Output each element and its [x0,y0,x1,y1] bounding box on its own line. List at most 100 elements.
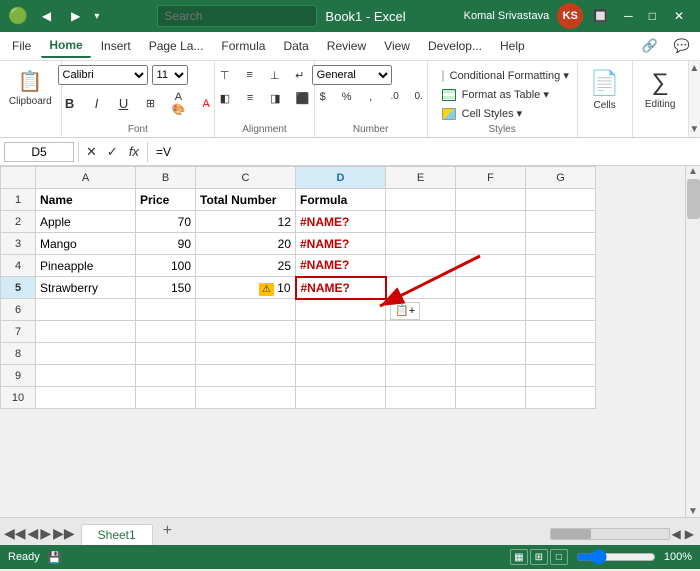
comment-btn[interactable]: 💬 [668,36,696,56]
cell-c9[interactable] [196,365,296,387]
cell-reference-input[interactable]: D5 [4,142,74,162]
col-header-e[interactable]: E [386,167,456,189]
cell-c7[interactable] [196,321,296,343]
cell-b5[interactable]: 150 [136,277,196,299]
sheet-nav-last[interactable]: ▶▶ [53,525,75,542]
cell-styles-btn[interactable]: Cell Styles ▾ [436,105,569,122]
cell-d9[interactable] [296,365,386,387]
menu-developer[interactable]: Develop... [420,35,490,57]
confirm-formula-btn[interactable]: ✓ [104,143,121,161]
cell-d2[interactable]: #NAME? [296,211,386,233]
add-sheet-btn[interactable]: + [155,520,180,542]
wrap-text-btn[interactable]: ↵ [289,65,311,86]
normal-view-btn[interactable]: ▦ [510,549,528,565]
menu-view[interactable]: View [376,35,418,57]
align-right-btn[interactable]: ◨ [264,88,286,109]
fill-color-btn[interactable]: A🎨 [166,87,192,120]
cell-a9[interactable] [36,365,136,387]
cell-d8[interactable] [296,343,386,365]
cell-f5[interactable] [456,277,526,299]
col-header-g[interactable]: G [526,167,596,189]
cell-e9[interactable] [386,365,456,387]
page-break-btn[interactable]: □ [550,549,568,565]
horizontal-scrollbar[interactable] [550,528,670,540]
cell-a7[interactable] [36,321,136,343]
cell-e7[interactable] [386,321,456,343]
cell-d3[interactable]: #NAME? [296,233,386,255]
cell-a1[interactable]: Name [36,189,136,211]
paste-btn[interactable]: 📋 Clipboard [3,65,58,111]
italic-btn[interactable]: I [85,92,109,115]
col-header-c[interactable]: C [196,167,296,189]
menu-file[interactable]: File [4,35,39,57]
cell-b8[interactable] [136,343,196,365]
cell-a4[interactable]: Pineapple [36,255,136,277]
cell-e8[interactable] [386,343,456,365]
cell-f2[interactable] [456,211,526,233]
editing-btn[interactable]: ∑ Editing [639,65,682,114]
minimize-btn[interactable]: ─ [618,7,639,25]
page-layout-btn[interactable]: ⊞ [530,549,548,565]
col-header-d[interactable]: D [296,167,386,189]
cell-g4[interactable] [526,255,596,277]
cell-a8[interactable] [36,343,136,365]
cell-c2[interactable]: 12 [196,211,296,233]
cell-c6[interactable] [196,299,296,321]
format-as-table-btn[interactable]: Format as Table ▾ [436,86,569,103]
col-header-a[interactable]: A [36,167,136,189]
cell-b6[interactable] [136,299,196,321]
sheet-nav-prev[interactable]: ◀ [28,525,39,542]
align-center-btn[interactable]: ≡ [239,88,261,109]
col-header-b[interactable]: B [136,167,196,189]
sheet-nav-first[interactable]: ◀◀ [4,525,26,542]
cell-a2[interactable]: Apple [36,211,136,233]
cell-e4[interactable] [386,255,456,277]
cell-g8[interactable] [526,343,596,365]
maximize-btn[interactable]: □ [643,7,662,25]
cell-f3[interactable] [456,233,526,255]
sheet-tab-sheet1[interactable]: Sheet1 [81,524,153,545]
ribbon-display-btn[interactable]: 🔲 [587,7,614,25]
ribbon-scroll-up[interactable]: ▲ [689,63,699,74]
quick-access-back[interactable]: ◀ [36,7,57,25]
cell-d6[interactable] [296,299,386,321]
percent-btn[interactable]: % [336,87,358,107]
cell-c3[interactable]: 20 [196,233,296,255]
h-scroll-left[interactable]: ◀ [672,527,681,541]
cell-e2[interactable] [386,211,456,233]
border-btn[interactable]: ⊞ [139,93,163,114]
cell-b4[interactable]: 100 [136,255,196,277]
cell-c1[interactable]: Total Number [196,189,296,211]
cell-e3[interactable] [386,233,456,255]
vertical-scrollbar[interactable]: ▲ ▼ [685,166,700,517]
paste-options-btn[interactable]: 📋+ [390,302,420,320]
cell-d7[interactable] [296,321,386,343]
cell-g5[interactable] [526,277,596,299]
currency-btn[interactable]: $ [312,87,334,107]
cell-c8[interactable] [196,343,296,365]
bold-btn[interactable]: B [58,92,82,115]
menu-formula[interactable]: Formula [213,35,273,57]
ribbon-scroll-down[interactable]: ▼ [689,124,699,135]
font-size-select[interactable]: 11 [152,65,188,85]
user-avatar[interactable]: KS [557,3,583,29]
cell-b1[interactable]: Price [136,189,196,211]
menu-help[interactable]: Help [492,35,533,57]
cell-g2[interactable] [526,211,596,233]
menu-page-layout[interactable]: Page La... [141,35,212,57]
cell-f4[interactable] [456,255,526,277]
cell-a10[interactable] [36,387,136,409]
cells-btn[interactable]: 📄 Cells [584,65,626,115]
cell-d4[interactable]: #NAME? [296,255,386,277]
cancel-formula-btn[interactable]: ✕ [83,143,100,161]
cell-c10[interactable] [196,387,296,409]
cell-b7[interactable] [136,321,196,343]
cell-f6[interactable] [456,299,526,321]
formula-input[interactable]: =V [152,143,696,161]
cell-d1[interactable]: Formula [296,189,386,211]
cell-e1[interactable] [386,189,456,211]
menu-insert[interactable]: Insert [93,35,139,57]
cell-d5[interactable]: #NAME? [296,277,386,299]
cell-b2[interactable]: 70 [136,211,196,233]
cell-e6[interactable]: 📋+ [386,299,456,321]
